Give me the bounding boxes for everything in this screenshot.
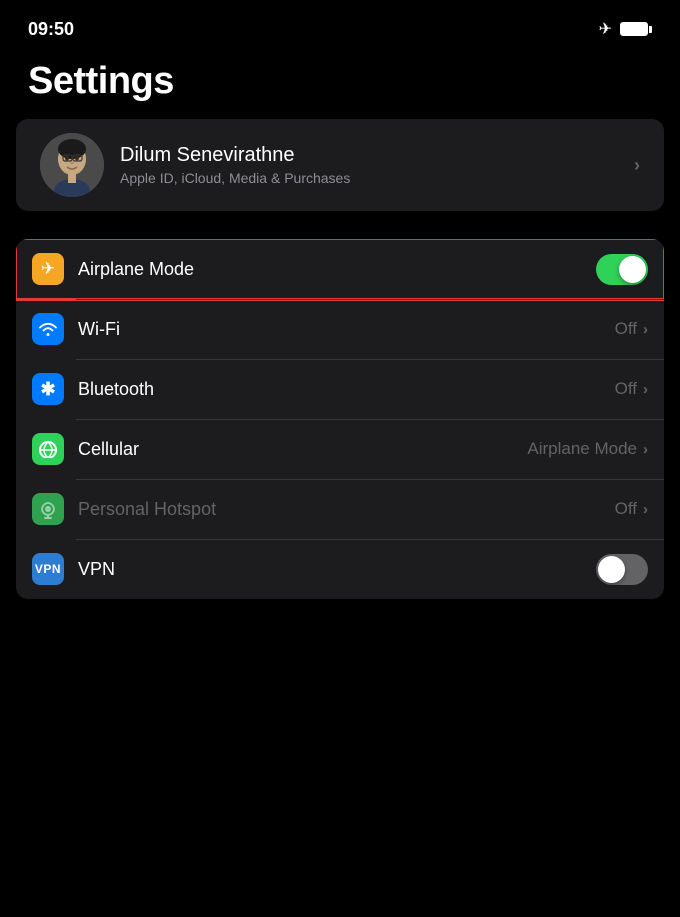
status-time: 09:50: [28, 19, 74, 40]
battery-icon: [620, 22, 652, 36]
profile-subtitle: Apple ID, iCloud, Media & Purchases: [120, 170, 634, 186]
wifi-value: Off: [615, 319, 637, 339]
page-title: Settings: [0, 50, 680, 119]
settings-row-bluetooth[interactable]: ✱ Bluetooth Off ›: [16, 359, 664, 419]
battery-tip: [649, 26, 652, 33]
personal-hotspot-icon: [32, 493, 64, 525]
bluetooth-icon: ✱: [32, 373, 64, 405]
bluetooth-label: Bluetooth: [78, 379, 615, 400]
vpn-toggle[interactable]: [596, 554, 648, 585]
cellular-value: Airplane Mode: [527, 439, 637, 459]
cellular-icon: [32, 433, 64, 465]
profile-info: Dilum Senevirathne Apple ID, iCloud, Med…: [120, 144, 634, 186]
vpn-toggle-thumb: [598, 556, 625, 583]
profile-name: Dilum Senevirathne: [120, 144, 634, 167]
settings-row-airplane-mode[interactable]: ✈ Airplane Mode: [16, 239, 664, 299]
battery-body: [620, 22, 648, 36]
cellular-chevron-icon: ›: [643, 441, 648, 458]
wifi-icon: [32, 313, 64, 345]
settings-row-personal-hotspot[interactable]: Personal Hotspot Off ›: [16, 479, 664, 539]
personal-hotspot-value: Off: [615, 499, 637, 519]
bluetooth-chevron-icon: ›: [643, 381, 648, 398]
airplane-mode-toggle[interactable]: [596, 254, 648, 285]
status-bar: 09:50 ✈: [0, 0, 680, 50]
personal-hotspot-label: Personal Hotspot: [78, 499, 615, 520]
airplane-mode-icon: ✈: [32, 253, 64, 285]
cellular-label: Cellular: [78, 439, 527, 460]
wifi-chevron-icon: ›: [643, 321, 648, 338]
settings-group-connectivity: ✈ Airplane Mode Wi-Fi Off › ✱ Bluetooth …: [16, 239, 664, 599]
personal-hotspot-chevron-icon: ›: [643, 501, 648, 518]
avatar: [40, 133, 104, 197]
toggle-thumb: [619, 256, 646, 283]
settings-row-cellular[interactable]: Cellular Airplane Mode ›: [16, 419, 664, 479]
vpn-icon: VPN: [32, 553, 64, 585]
bluetooth-value: Off: [615, 379, 637, 399]
airplane-mode-status-icon: ✈: [599, 19, 612, 39]
airplane-mode-label: Airplane Mode: [78, 259, 596, 280]
status-icons: ✈: [599, 19, 652, 39]
profile-chevron-icon: ›: [634, 155, 640, 176]
profile-section[interactable]: Dilum Senevirathne Apple ID, iCloud, Med…: [16, 119, 664, 211]
settings-row-wifi[interactable]: Wi-Fi Off ›: [16, 299, 664, 359]
settings-row-vpn[interactable]: VPN VPN: [16, 539, 664, 599]
vpn-label: VPN: [78, 559, 596, 580]
wifi-label: Wi-Fi: [78, 319, 615, 340]
